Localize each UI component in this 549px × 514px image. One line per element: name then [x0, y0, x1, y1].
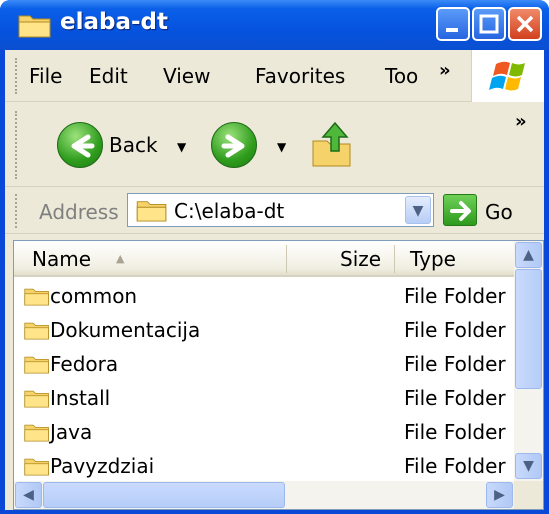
address-label: Address [39, 200, 119, 224]
forward-arrow-icon [221, 134, 245, 158]
file-name: common [50, 284, 138, 308]
minimize-button[interactable] [436, 7, 470, 41]
chevron-down-icon[interactable]: ▼ [405, 196, 431, 224]
back-dropdown[interactable]: ▼ [177, 140, 186, 154]
folder-icon [24, 421, 50, 448]
maximize-icon [479, 14, 499, 34]
close-icon [516, 15, 534, 33]
file-name: Fedora [50, 352, 119, 376]
file-type: File Folder [404, 284, 506, 308]
back-button[interactable] [57, 122, 103, 168]
column-type[interactable]: Type [410, 247, 456, 271]
column-size[interactable]: Size [340, 247, 381, 271]
file-name: Dokumentacija [50, 318, 201, 342]
list-item[interactable]: Fedora File Folder [14, 347, 514, 381]
standard-toolbar: Back ▼ ▼ » [5, 103, 544, 187]
folder-icon [24, 319, 50, 346]
resize-grip[interactable] [514, 481, 543, 509]
scroll-right-button[interactable]: ▶ [486, 482, 513, 508]
address-input[interactable]: C:\elaba-dt ▼ [127, 193, 434, 227]
folder-icon [24, 387, 50, 414]
go-arrow-icon [450, 201, 471, 221]
up-folder-button[interactable] [309, 119, 357, 174]
file-type: File Folder [404, 420, 506, 444]
folder-icon [24, 285, 50, 312]
list-item[interactable]: Java File Folder [14, 415, 514, 449]
go-button[interactable] [443, 194, 477, 226]
menu-edit[interactable]: Edit [89, 64, 128, 88]
file-name: Install [50, 386, 111, 410]
back-arrow-icon [71, 134, 95, 158]
folder-icon [136, 198, 168, 227]
address-bar: Address C:\elaba-dt ▼ Go [5, 188, 544, 234]
up-folder-icon [312, 121, 351, 167]
file-list: Name ▲ Size Type common File Folder Doku… [13, 240, 544, 510]
menu-file[interactable]: File [29, 64, 62, 88]
column-header: Name ▲ Size Type [14, 241, 514, 277]
folder-icon [24, 455, 50, 482]
column-divider[interactable] [286, 245, 287, 273]
list-item[interactable]: Dokumentacija File Folder [14, 313, 514, 347]
file-type: File Folder [404, 454, 506, 478]
list-item[interactable]: common File Folder [14, 279, 514, 313]
list-item[interactable]: Pavyzdziai File Folder [14, 449, 514, 483]
menu-tools[interactable]: Too [385, 64, 418, 88]
close-button[interactable] [508, 7, 542, 41]
go-label[interactable]: Go [485, 200, 513, 224]
column-divider[interactable] [394, 245, 395, 273]
menu-overflow-chevron[interactable]: » [439, 60, 451, 81]
scroll-down-button[interactable]: ▼ [515, 453, 542, 479]
toolbar-grip [15, 111, 19, 179]
menu-bar: File Edit View Favorites Too » [5, 50, 544, 102]
window-frame: File Edit View Favorites Too » Back ▼ ▼ … [5, 50, 544, 510]
windows-logo-icon [489, 61, 525, 91]
menu-view[interactable]: View [163, 64, 210, 88]
menu-favorites[interactable]: Favorites [255, 64, 345, 88]
scroll-up-button[interactable]: ▲ [515, 242, 542, 268]
folder-icon [24, 353, 50, 380]
window-title: elaba-dt [60, 9, 168, 35]
file-name: Java [50, 420, 93, 444]
explorer-window: elaba-dt File Edit View Favorites Too » [0, 0, 549, 514]
forward-dropdown[interactable]: ▼ [277, 140, 286, 154]
horizontal-scroll-thumb[interactable] [43, 482, 285, 508]
minimize-icon [446, 28, 458, 32]
file-type: File Folder [404, 386, 506, 410]
sort-ascending-icon: ▲ [116, 252, 125, 265]
file-type: File Folder [404, 352, 506, 376]
maximize-button[interactable] [472, 7, 506, 41]
vertical-scrollbar[interactable]: ▲ ▼ [514, 241, 543, 481]
back-label[interactable]: Back [109, 133, 158, 157]
column-name[interactable]: Name [32, 247, 91, 271]
windows-logo [471, 50, 544, 102]
file-type: File Folder [404, 318, 506, 342]
address-grip [15, 194, 19, 228]
scroll-left-button[interactable]: ◀ [15, 482, 42, 508]
menu-grip [15, 58, 19, 94]
forward-button[interactable] [211, 122, 257, 168]
horizontal-scrollbar[interactable]: ◀ ▶ [14, 481, 514, 509]
title-bar[interactable]: elaba-dt [0, 0, 549, 50]
folder-icon [18, 12, 52, 43]
list-item[interactable]: Install File Folder [14, 381, 514, 415]
address-value: C:\elaba-dt [174, 199, 285, 223]
file-name: Pavyzdziai [50, 454, 155, 478]
toolbar-overflow-chevron[interactable]: » [515, 111, 527, 132]
vertical-scroll-thumb[interactable] [515, 269, 542, 389]
